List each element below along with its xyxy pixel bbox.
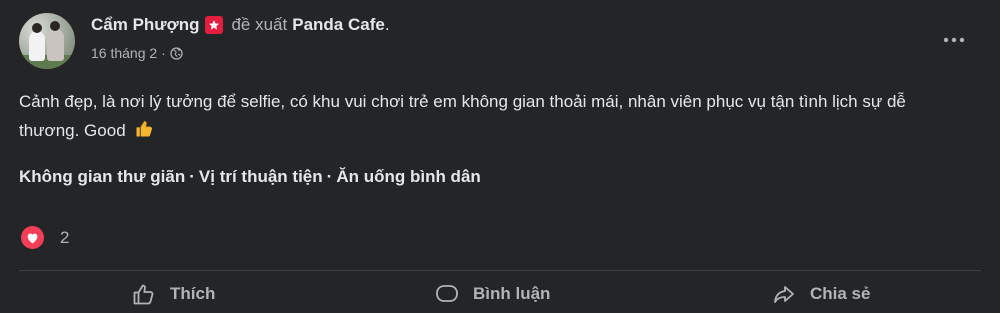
share-button[interactable]: Chia sẻ: [772, 283, 870, 305]
reaction-summary[interactable]: 2: [19, 224, 69, 251]
post-body: Cảnh đẹp, là nơi lý tưởng để selfie, có …: [19, 87, 969, 148]
page-name-link[interactable]: Panda Cafe: [292, 15, 385, 35]
star-badge-icon: [205, 16, 224, 34]
post-meta: 16 tháng 2 ·: [91, 45, 183, 61]
recommend-text: đề xuất: [231, 15, 288, 34]
thumbs-up-emoji-icon: [134, 119, 154, 148]
post-actions-bar: Thích Bình luận Chia sẻ: [0, 283, 1000, 313]
post-header: Cẩm Phượng đề xuất Panda Cafe.: [91, 15, 390, 35]
like-label: Thích: [170, 284, 216, 303]
tag-separator: ·: [326, 167, 333, 186]
like-icon: [133, 284, 154, 305]
share-label: Chia sẻ: [810, 284, 871, 303]
tag-item: Không gian thư giãn: [19, 167, 186, 186]
tag-item: Ăn uống bình dân: [336, 167, 481, 186]
author-name[interactable]: Cẩm Phượng: [91, 15, 199, 35]
comment-label: Bình luận: [473, 284, 551, 303]
tag-separator: ·: [189, 167, 195, 186]
more-options-button[interactable]: [936, 28, 972, 52]
like-button[interactable]: Thích: [132, 283, 215, 305]
header-period: .: [384, 15, 390, 34]
avatar-head-2: [50, 21, 60, 31]
meta-separator: ·: [161, 45, 166, 61]
recommendation-tags: Không gian thư giãn · Vị trí thuận tiện · Ăn…: [19, 167, 481, 187]
heart-icon: [19, 224, 46, 251]
share-icon: [774, 286, 794, 303]
more-dots-icon: [943, 37, 965, 43]
reaction-count: 2: [60, 227, 70, 247]
avatar-figure-1: [29, 31, 45, 61]
author-avatar[interactable]: [19, 13, 75, 69]
avatar-figure-2: [47, 29, 64, 61]
tag-item: Vị trí thuận tiện: [198, 167, 323, 186]
actions-divider: [19, 270, 981, 271]
comment-icon: [436, 285, 458, 302]
comment-button[interactable]: Bình luận: [435, 283, 550, 305]
avatar-head-1: [32, 23, 42, 33]
globe-icon[interactable]: [170, 46, 183, 60]
post-date[interactable]: 16 tháng 2: [91, 45, 157, 61]
